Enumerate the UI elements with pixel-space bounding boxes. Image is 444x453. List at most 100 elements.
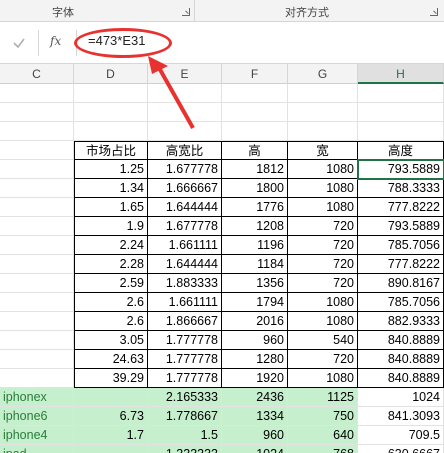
data-cell[interactable]: 1800 bbox=[222, 179, 288, 198]
empty-cell[interactable] bbox=[358, 84, 444, 103]
data-cell[interactable]: 720 bbox=[288, 217, 358, 236]
data-cell[interactable] bbox=[0, 312, 74, 331]
empty-cell[interactable] bbox=[148, 84, 222, 103]
dialog-launcister-icon[interactable] bbox=[430, 8, 438, 16]
data-cell[interactable]: 2.24 bbox=[74, 236, 148, 255]
data-cell[interactable] bbox=[0, 198, 74, 217]
data-cell[interactable]: 640 bbox=[288, 426, 358, 445]
device-label-cell[interactable]: iphonex bbox=[0, 388, 74, 407]
empty-cell[interactable] bbox=[148, 103, 222, 122]
data-cell[interactable]: 1.777778 bbox=[148, 369, 222, 388]
header-cell[interactable]: 宽 bbox=[288, 141, 358, 160]
data-cell[interactable]: 793.5889 bbox=[357, 159, 444, 180]
data-cell[interactable]: 1184 bbox=[222, 255, 288, 274]
data-cell[interactable] bbox=[0, 160, 74, 179]
data-cell[interactable] bbox=[0, 217, 74, 236]
data-cell[interactable]: 840.8889 bbox=[358, 331, 444, 350]
data-cell[interactable]: 1080 bbox=[288, 179, 358, 198]
data-cell[interactable]: 1.644444 bbox=[148, 198, 222, 217]
device-label-cell[interactable]: ipad bbox=[0, 445, 74, 453]
data-cell[interactable]: 1208 bbox=[222, 217, 288, 236]
column-header-h[interactable]: H bbox=[358, 64, 444, 84]
data-cell[interactable]: 720 bbox=[288, 350, 358, 369]
data-cell[interactable]: 1196 bbox=[222, 236, 288, 255]
check-icon[interactable] bbox=[12, 36, 26, 50]
data-cell[interactable]: 785.7056 bbox=[358, 236, 444, 255]
data-cell[interactable]: 2.59 bbox=[74, 274, 148, 293]
data-cell[interactable]: 768 bbox=[288, 445, 358, 453]
data-cell[interactable]: 882.9333 bbox=[358, 312, 444, 331]
data-cell[interactable]: 2436 bbox=[222, 388, 288, 407]
data-cell[interactable]: 1080 bbox=[288, 369, 358, 388]
data-cell[interactable]: 1.777778 bbox=[148, 350, 222, 369]
dialog-launcher-icon[interactable] bbox=[182, 8, 190, 16]
data-cell[interactable]: 2.6 bbox=[74, 293, 148, 312]
data-cell[interactable]: 1.5 bbox=[148, 426, 222, 445]
data-cell[interactable]: 1334 bbox=[222, 407, 288, 426]
data-cell[interactable]: 750 bbox=[288, 407, 358, 426]
data-cell[interactable] bbox=[0, 179, 74, 198]
data-cell[interactable]: 1.883333 bbox=[148, 274, 222, 293]
header-cell[interactable]: 高度 bbox=[358, 141, 444, 160]
data-cell[interactable]: 1.677778 bbox=[148, 160, 222, 179]
data-cell[interactable] bbox=[0, 331, 74, 350]
data-cell[interactable]: 1080 bbox=[288, 312, 358, 331]
empty-cell[interactable] bbox=[148, 122, 222, 141]
data-cell[interactable]: 1280 bbox=[222, 350, 288, 369]
data-cell[interactable] bbox=[0, 369, 74, 388]
data-cell[interactable]: 1125 bbox=[288, 388, 358, 407]
data-cell[interactable]: 2.6 bbox=[74, 312, 148, 331]
data-cell[interactable]: 841.3093 bbox=[358, 407, 444, 426]
data-cell[interactable]: 777.8222 bbox=[358, 255, 444, 274]
empty-cell[interactable] bbox=[288, 84, 358, 103]
data-cell[interactable]: 1024 bbox=[358, 388, 444, 407]
data-cell[interactable]: 840.8889 bbox=[358, 369, 444, 388]
data-cell[interactable]: 6.73 bbox=[74, 407, 148, 426]
data-cell[interactable]: 720 bbox=[288, 236, 358, 255]
empty-cell[interactable] bbox=[74, 122, 148, 141]
data-cell[interactable]: 1920 bbox=[222, 369, 288, 388]
data-cell[interactable]: 1.65 bbox=[74, 198, 148, 217]
empty-cell[interactable] bbox=[0, 122, 74, 141]
data-cell[interactable]: 1.7 bbox=[74, 426, 148, 445]
data-cell[interactable]: 39.29 bbox=[74, 369, 148, 388]
data-cell[interactable]: 785.7056 bbox=[358, 293, 444, 312]
header-cell[interactable]: 市场占比 bbox=[74, 141, 148, 160]
data-cell[interactable]: 1.34 bbox=[74, 179, 148, 198]
data-cell[interactable] bbox=[74, 445, 148, 453]
data-cell[interactable]: 960 bbox=[222, 426, 288, 445]
data-cell[interactable] bbox=[0, 236, 74, 255]
data-cell[interactable]: 1794 bbox=[222, 293, 288, 312]
header-cell[interactable]: 高 bbox=[222, 141, 288, 160]
empty-cell[interactable] bbox=[288, 103, 358, 122]
column-header-d[interactable]: D bbox=[74, 64, 148, 84]
data-cell[interactable]: 777.8222 bbox=[358, 198, 444, 217]
empty-cell[interactable] bbox=[74, 103, 148, 122]
data-cell[interactable] bbox=[74, 388, 148, 407]
header-cell[interactable]: 高宽比 bbox=[148, 141, 222, 160]
data-cell[interactable] bbox=[0, 274, 74, 293]
fx-icon[interactable]: fx bbox=[50, 34, 61, 48]
data-cell[interactable]: 630.6667 bbox=[358, 445, 444, 453]
data-cell[interactable]: 1.866667 bbox=[148, 312, 222, 331]
data-cell[interactable]: 793.5889 bbox=[358, 217, 444, 236]
data-cell[interactable]: 1776 bbox=[222, 198, 288, 217]
data-cell[interactable]: 2.28 bbox=[74, 255, 148, 274]
empty-cell[interactable] bbox=[0, 84, 74, 103]
column-header-f[interactable]: F bbox=[222, 64, 288, 84]
column-header-g[interactable]: G bbox=[288, 64, 358, 84]
empty-cell[interactable] bbox=[222, 84, 288, 103]
empty-cell[interactable] bbox=[358, 103, 444, 122]
data-cell[interactable]: 720 bbox=[288, 274, 358, 293]
data-cell[interactable] bbox=[0, 293, 74, 312]
device-label-cell[interactable]: iphone6 bbox=[0, 407, 74, 426]
header-cell[interactable] bbox=[0, 141, 74, 160]
data-cell[interactable]: 709.5 bbox=[358, 426, 444, 445]
data-cell[interactable]: 1024 bbox=[222, 445, 288, 453]
data-cell[interactable]: 1.666667 bbox=[148, 179, 222, 198]
empty-cell[interactable] bbox=[358, 122, 444, 141]
data-cell[interactable]: 2.165333 bbox=[148, 388, 222, 407]
data-cell[interactable]: 1.777778 bbox=[148, 331, 222, 350]
data-cell[interactable]: 1.661111 bbox=[148, 293, 222, 312]
data-cell[interactable]: 890.8167 bbox=[358, 274, 444, 293]
